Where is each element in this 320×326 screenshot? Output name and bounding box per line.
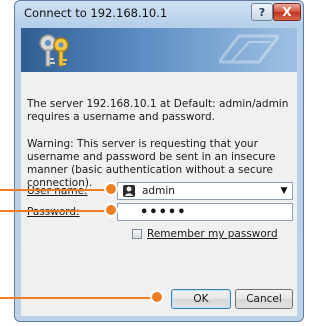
remember-label: Remember my password xyxy=(147,228,278,240)
password-field[interactable]: ••••• xyxy=(117,203,293,221)
callout-dot-ok xyxy=(150,290,164,304)
password-label: Password: xyxy=(27,206,80,218)
username-label: User name: xyxy=(27,185,88,197)
remember-checkbox[interactable] xyxy=(132,229,142,239)
login-dialog: Connect to 192.168.10.1 ? X The server 1… xyxy=(14,0,304,322)
callout-dot-password xyxy=(104,203,118,217)
ok-button[interactable]: OK xyxy=(171,289,231,309)
dialog-content: The server 192.168.10.1 at Default: admi… xyxy=(21,72,297,316)
username-value: admin xyxy=(142,185,175,197)
help-button[interactable]: ? xyxy=(251,3,273,21)
window-title: Connect to 192.168.10.1 xyxy=(24,6,168,20)
banner-decoration xyxy=(219,34,279,64)
remember-password-option[interactable]: Remember my password xyxy=(132,228,278,240)
cancel-button[interactable]: Cancel xyxy=(235,289,293,309)
callout-line-password xyxy=(0,210,106,212)
user-icon xyxy=(123,185,135,197)
close-button[interactable]: X xyxy=(273,3,301,21)
chevron-down-icon[interactable]: ▼ xyxy=(276,183,292,199)
title-bar[interactable]: Connect to 192.168.10.1 ? X xyxy=(15,1,303,27)
callout-line-ok xyxy=(0,297,152,299)
header-banner xyxy=(21,28,297,72)
username-combobox[interactable]: admin ▼ xyxy=(117,182,293,200)
callout-dot-username xyxy=(104,182,118,196)
keys-icon xyxy=(39,34,69,67)
callout-line-username xyxy=(0,189,106,191)
server-message: The server 192.168.10.1 at Default: admi… xyxy=(27,98,289,123)
